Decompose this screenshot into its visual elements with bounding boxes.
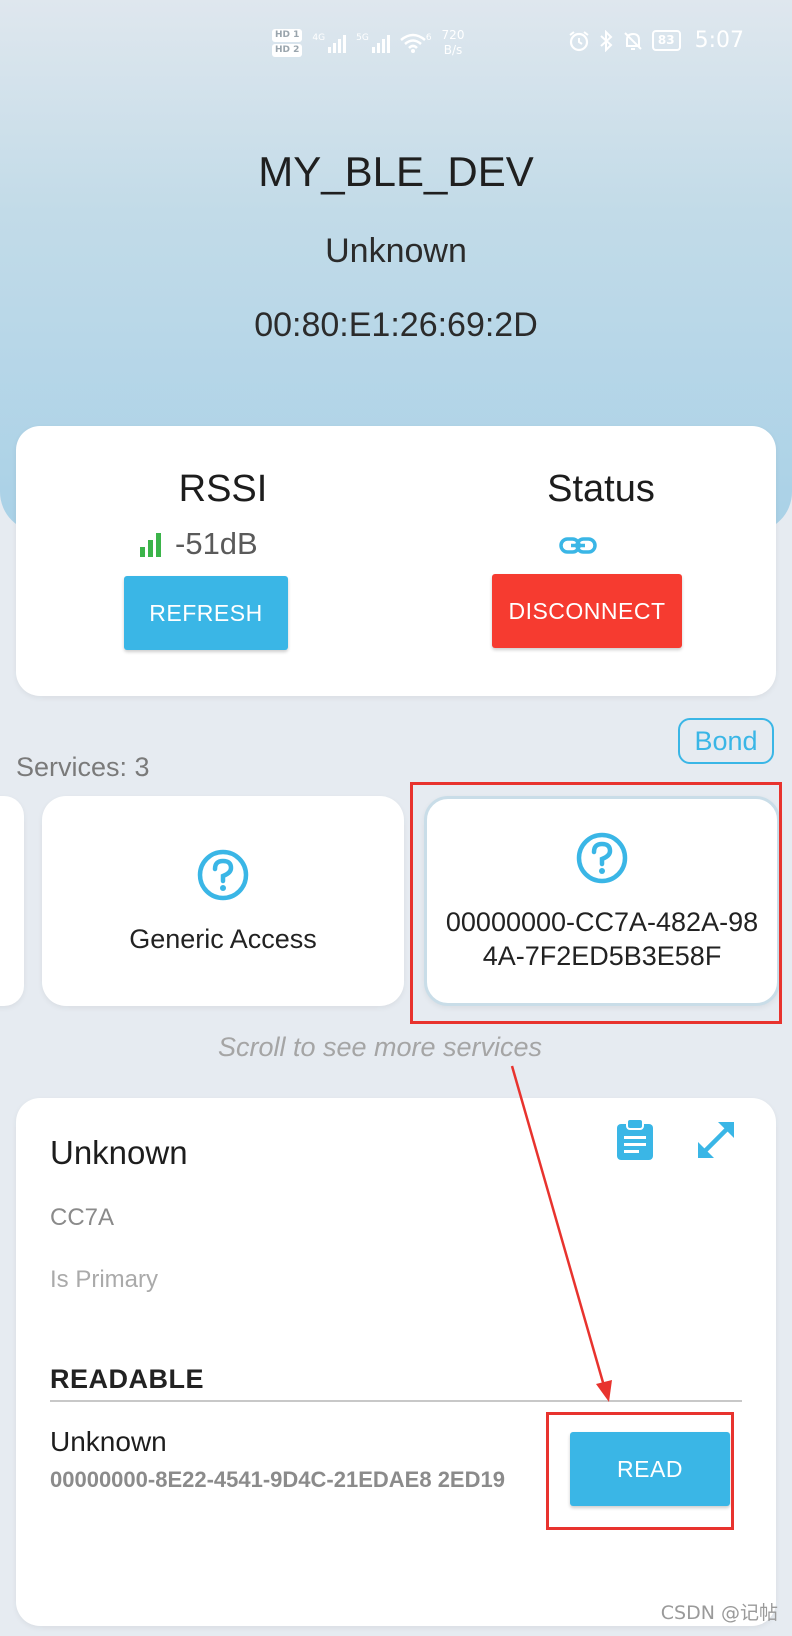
sim1-signal-icon: 4G xyxy=(312,33,347,53)
expand-icon[interactable] xyxy=(694,1118,738,1162)
status-title: Status xyxy=(547,468,655,510)
wifi-tag: 6 xyxy=(425,33,432,43)
device-name: MY_BLE_DEV xyxy=(258,148,534,195)
status-bar-left: HD 1 HD 2 4G 5G 6 720 B/s xyxy=(272,28,464,58)
speed-value: 720 xyxy=(441,28,465,42)
connection-info-card: RSSI -51dB REFRESH Status DISCONNECT xyxy=(16,426,776,696)
hd-indicator: HD 1 HD 2 xyxy=(272,29,303,57)
signal-strength-icon xyxy=(140,531,161,557)
services-count: Services: 3 xyxy=(16,752,150,782)
service-detail-card: Unknown CC7A Is Primary READABLE Unknown… xyxy=(16,1098,776,1626)
primary-indicator: Is Primary xyxy=(50,1266,158,1293)
read-button[interactable]: READ xyxy=(570,1432,730,1506)
service-detail-title: Unknown xyxy=(50,1134,188,1171)
question-icon xyxy=(197,849,249,901)
watermark: CSDN @记帖 xyxy=(660,1602,778,1624)
sim2-signal-icon: 5G xyxy=(356,33,390,53)
status-bar: HD 1 HD 2 4G 5G 6 720 B/s 83 5:07 xyxy=(0,28,792,68)
rssi-value: -51dB xyxy=(175,526,258,561)
readable-section-title: READABLE xyxy=(50,1364,205,1394)
link-icon xyxy=(559,537,597,554)
characteristic-name: Unknown xyxy=(50,1426,167,1457)
network-speed: 720 B/s xyxy=(442,28,465,58)
status-bar-right: 83 5:07 xyxy=(568,28,744,53)
service-label: Generic Access xyxy=(129,924,317,954)
service-label: 00000000-CC7A-482A-98 4A-7F2ED5B3E58F xyxy=(445,907,759,971)
hd-1-badge: HD 1 xyxy=(272,29,303,42)
clock: 5:07 xyxy=(694,28,744,53)
disconnect-button[interactable]: DISCONNECT xyxy=(492,574,682,648)
device-type: Unknown xyxy=(325,232,467,270)
rssi-reading: -51dB xyxy=(140,526,258,562)
sim2-network-tag: 5G xyxy=(356,33,369,43)
rssi-title: RSSI xyxy=(178,468,268,510)
question-icon xyxy=(576,832,628,884)
bond-button[interactable]: Bond xyxy=(678,718,774,764)
mute-bell-icon xyxy=(624,31,642,50)
section-divider xyxy=(50,1400,742,1402)
sim1-network-tag: 4G xyxy=(312,33,326,43)
speed-unit: B/s xyxy=(443,43,463,57)
service-card-previous[interactable] xyxy=(0,796,24,1006)
service-card-custom[interactable]: 00000000-CC7A-482A-98 4A-7F2ED5B3E58F xyxy=(424,796,780,1006)
refresh-button[interactable]: REFRESH xyxy=(124,576,288,650)
alarm-icon xyxy=(569,30,589,51)
clipboard-icon[interactable] xyxy=(614,1118,656,1162)
characteristic-uuid: 00000000-8E22-4541-9D4C-21EDAE8 2ED19 xyxy=(50,1467,505,1492)
scroll-hint: Scroll to see more services xyxy=(217,1032,543,1062)
bluetooth-icon xyxy=(600,29,613,52)
battery-icon: 83 xyxy=(651,30,681,51)
device-mac-address: 00:80:E1:26:69:2D xyxy=(254,306,538,344)
service-card-generic-access[interactable]: Generic Access xyxy=(42,796,404,1006)
hd-2-badge: HD 2 xyxy=(272,44,303,57)
wifi-icon: 6 xyxy=(400,33,432,53)
service-short-uuid: CC7A xyxy=(50,1204,115,1231)
